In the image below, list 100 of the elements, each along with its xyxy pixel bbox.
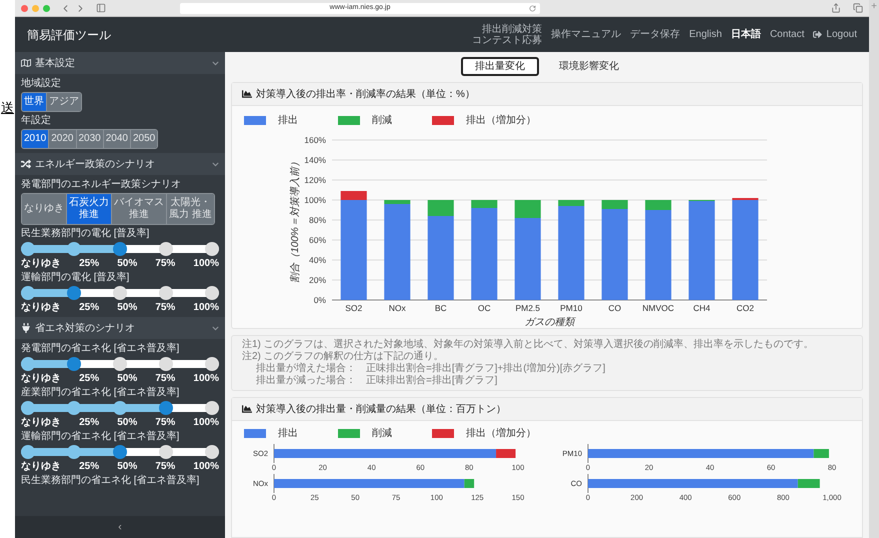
option-button[interactable]: アジア (47, 93, 81, 111)
slider[interactable] (21, 357, 219, 371)
slider-tick-label: 50% (117, 417, 138, 428)
slider-tick-label: 50% (117, 373, 138, 384)
nav-link[interactable]: 操作マニュアル (551, 27, 622, 42)
slider-label: 民生業務部門の電化 [普及率] (21, 228, 150, 240)
x-tick-label: PM2.5 (515, 303, 540, 313)
x-tick-label: CO2 (736, 303, 754, 313)
chevron-down-icon (212, 60, 219, 66)
option-button[interactable]: 太陽光・ 風力 推進 (167, 194, 214, 224)
slider-tick-label: 50% (117, 461, 138, 472)
slider[interactable] (21, 445, 219, 459)
slider-label: 運輸部門の省エネ化 [省エネ普及率] (21, 431, 180, 443)
slider-tick-label: 25% (79, 302, 100, 313)
option-button[interactable]: なりゆき (22, 194, 67, 224)
y-tick-label: 0% (314, 295, 326, 305)
slider[interactable] (21, 242, 219, 256)
slider-tick-label: 25% (79, 417, 100, 428)
slider-thumb[interactable] (113, 445, 127, 459)
note-text: 注1) このグラフは、選択された対象地域、対象年の対策導入前と比べて、対策導入選択後の削減率、排出率を示したものです。 (242, 339, 815, 350)
legend-label: 削減 (372, 114, 392, 128)
option-button[interactable]: 2020 (49, 130, 76, 148)
slider-thumb[interactable] (67, 286, 81, 300)
share-icon[interactable] (831, 3, 841, 13)
section-title: 基本設定 (35, 56, 76, 70)
slider-tick-label: 100% (193, 258, 219, 269)
slider-tick-label: なりゆき (21, 258, 61, 269)
x-tick-label: CH4 (693, 303, 710, 313)
x-tick-label: CO (608, 303, 622, 313)
chevron-down-icon (212, 324, 219, 332)
note-text: 排出量が増えた場合： 正味排出割合=排出[青グラフ]+排出(増加分)[赤グラフ] (255, 363, 606, 374)
y-tick-label: 20% (308, 275, 326, 285)
slider-tick-label: 75% (155, 258, 176, 269)
slider-label: 民生業務部門の省エネ化 [省エネ普及率] (21, 475, 200, 487)
group-label: 年設定 (21, 115, 52, 127)
group-label: 地域設定 (21, 78, 62, 90)
slider-tick-label: 100% (193, 373, 219, 384)
option-button[interactable]: 2040 (104, 130, 131, 148)
option-button[interactable]: バイオマス 推進 (112, 194, 167, 224)
slider-thumb[interactable] (113, 242, 127, 256)
legend-label: 排出（増加分） (466, 426, 536, 441)
option-button[interactable]: 世界 (22, 93, 47, 111)
nav-link[interactable]: 排出削減対策 コンテスト応募 (472, 24, 542, 46)
app-title: 簡易評価ツール (27, 26, 111, 44)
slider-tick-label: 25% (79, 373, 100, 384)
y-axis-title: 割合（100%＝対策導入前） (290, 157, 301, 283)
slider-thumb[interactable] (159, 401, 173, 415)
group-label: 発電部門のエネルギー政策シナリオ (21, 179, 182, 191)
card-title: 対策導入後の排出量・削減量の結果（単位：百万トン） (256, 402, 506, 416)
slider-tick-label: 75% (155, 461, 176, 472)
option-button[interactable]: 2050 (131, 130, 158, 148)
sidebar-toggle-icon[interactable] (96, 3, 106, 13)
x-tick-label: NOx (388, 303, 406, 313)
slider-tick-label: 50% (117, 302, 138, 313)
slider-label: 発電部門の省エネ化 [省エネ普及率] (21, 343, 180, 355)
y-tick-label: 140% (304, 155, 326, 165)
section-header[interactable]: 基本設定 (15, 52, 225, 74)
x-tick-label: SO2 (345, 303, 362, 313)
section-title: エネルギー政策のシナリオ (35, 158, 156, 172)
option-button[interactable]: 石炭火力 推進 (67, 194, 112, 224)
x-axis-title: ガスの種類 (524, 317, 574, 328)
y-tick-label: 80% (308, 215, 326, 225)
legend-label: 排出 (278, 426, 298, 441)
slider-tick-label: 75% (155, 302, 176, 313)
nav-link[interactable]: データ保存 (630, 27, 680, 42)
nav-link[interactable]: Contact (770, 27, 804, 42)
view-tab[interactable]: 環境影響変化 (545, 57, 633, 76)
y-tick-label: 120% (304, 175, 326, 185)
x-tick-label: OC (478, 303, 491, 313)
slider-tick-label: 100% (193, 417, 219, 428)
reload-icon[interactable] (529, 4, 536, 12)
shuffle-icon (21, 159, 31, 169)
collapse-sidebar-button[interactable]: ‹ (15, 516, 225, 538)
section-header[interactable]: 省エネ対策のシナリオ (15, 317, 225, 339)
slider-tick-label: なりゆき (21, 461, 61, 472)
y-tick-label: 60% (308, 235, 326, 245)
slider-tick-label: 100% (193, 461, 219, 472)
option-button[interactable]: 2010 (22, 130, 50, 148)
slider-thumb[interactable] (67, 357, 81, 371)
legend-label: 排出（増加分） (466, 114, 536, 128)
x-tick-label: BC (434, 303, 447, 313)
view-tab[interactable]: 排出量変化 (461, 57, 539, 76)
section-title: 省エネ対策のシナリオ (35, 322, 136, 336)
x-tick-label: NMVOC (642, 303, 674, 313)
slider-tick-label: 25% (79, 258, 100, 269)
area-chart-icon (242, 404, 252, 414)
slider-tick-label: 50% (117, 258, 138, 269)
map-icon (21, 58, 31, 68)
section-header[interactable]: エネルギー政策のシナリオ (15, 153, 225, 175)
legend-label: 排出 (278, 114, 298, 128)
logout-link[interactable]: Logout (813, 27, 857, 42)
slider[interactable] (21, 286, 219, 300)
y-tick-label: 160% (304, 135, 326, 145)
slider-tick-label: 75% (155, 373, 176, 384)
option-button[interactable]: 2030 (76, 130, 104, 148)
nav-link[interactable]: 日本語 (730, 27, 761, 42)
tabs-icon[interactable] (853, 3, 863, 13)
slider-label: 運輸部門の電化 [普及率] (21, 272, 130, 284)
slider[interactable] (21, 401, 219, 415)
nav-link[interactable]: English (689, 27, 722, 42)
